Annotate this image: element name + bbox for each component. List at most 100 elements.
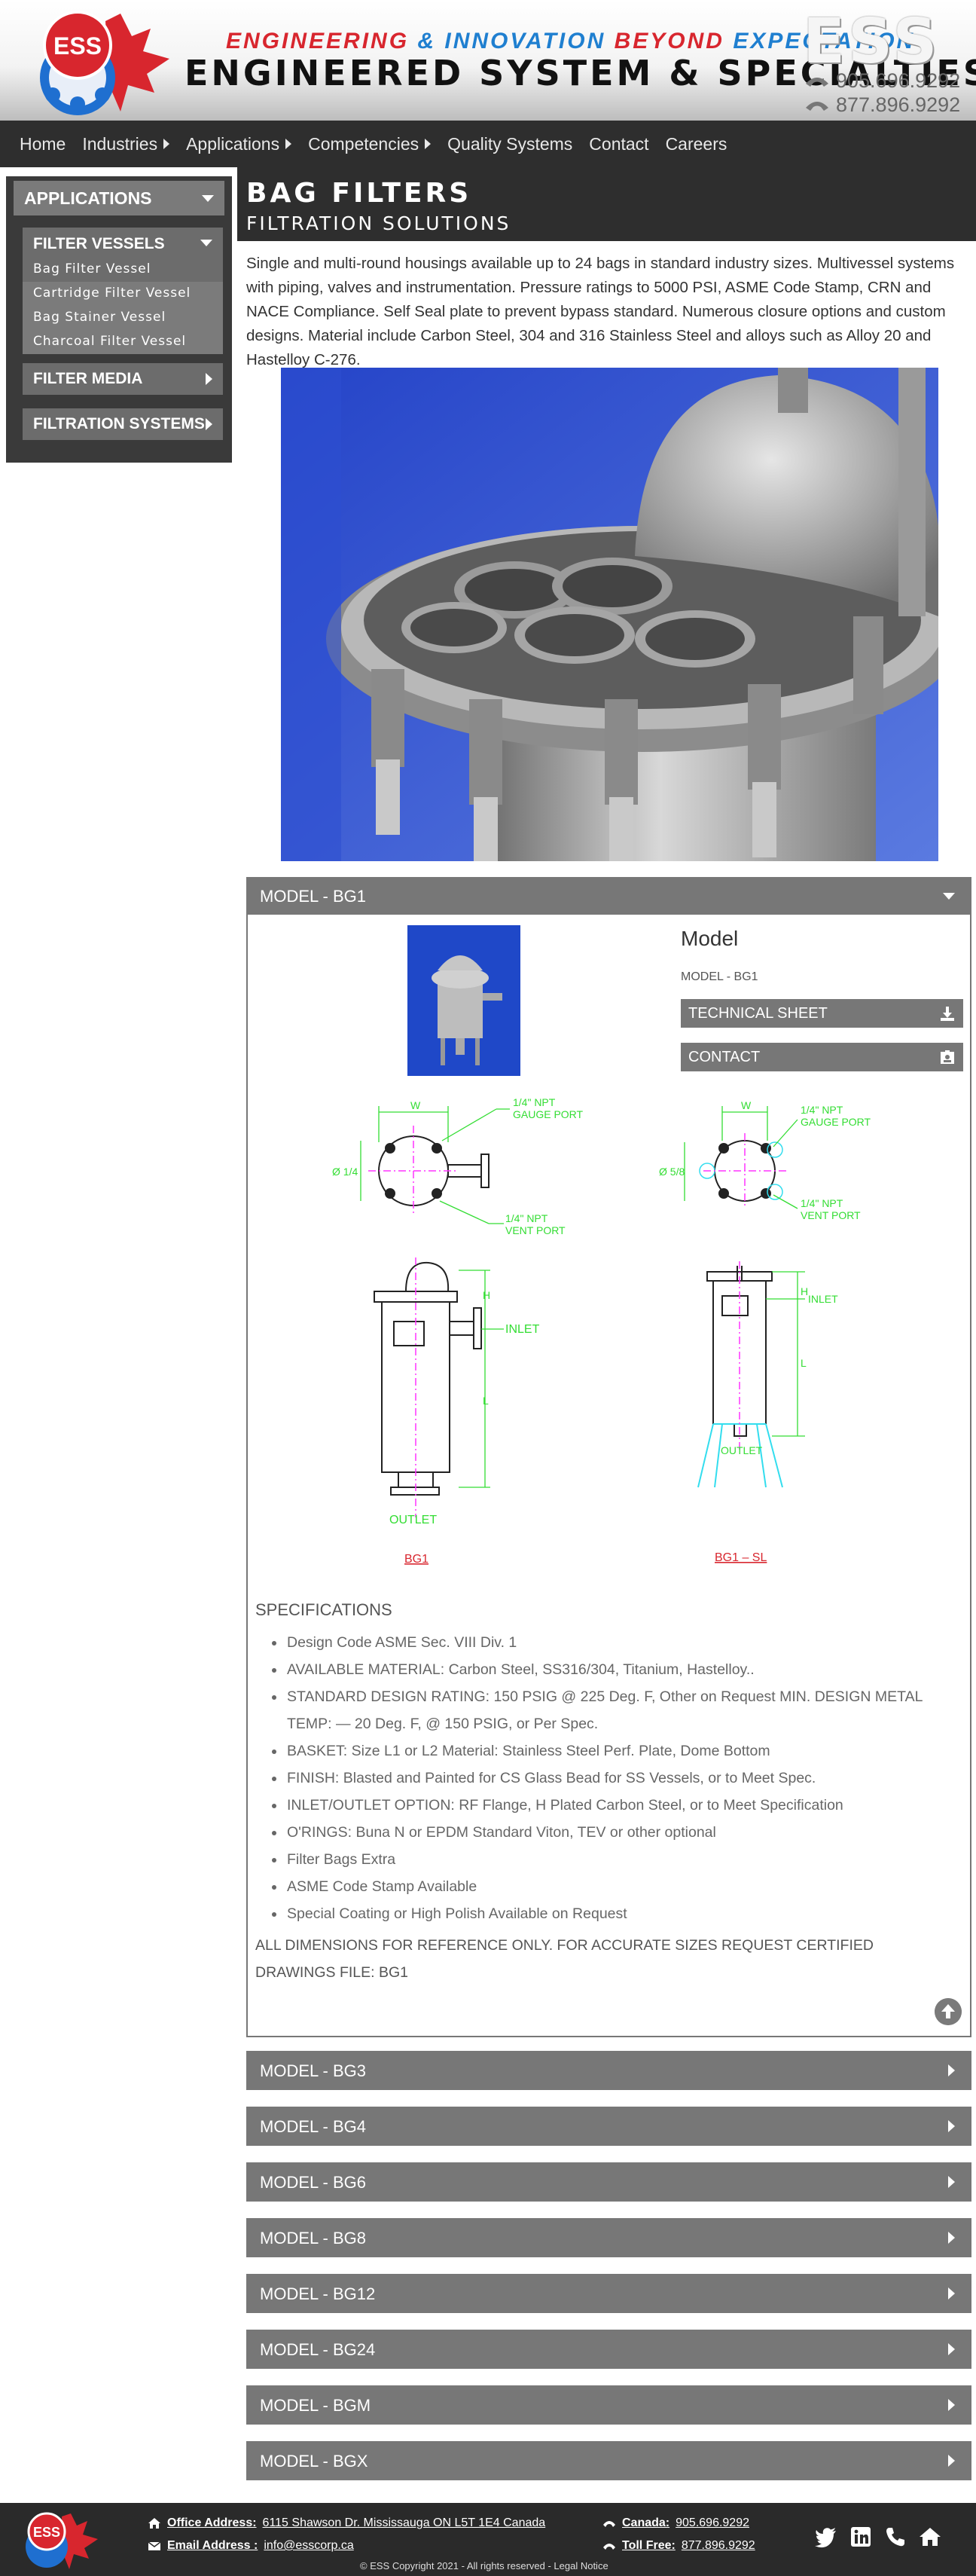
nav-home[interactable]: Home: [20, 134, 66, 154]
nav-contact[interactable]: Contact: [589, 134, 648, 154]
caret-right-icon: [206, 373, 212, 385]
sidebar-item-bag-stainer-vessel[interactable]: Bag Stainer Vessel: [23, 306, 223, 330]
caret-down-icon: [202, 195, 214, 202]
contact-card-icon: [941, 1050, 954, 1064]
phone-handset-icon[interactable]: [884, 2526, 907, 2548]
specifications-list: Design Code ASME Sec. VIII Div. 1 AVAILA…: [285, 1629, 963, 1927]
technical-sheet-button[interactable]: TECHNICAL SHEET: [681, 999, 963, 1028]
model-label: MODEL - BG1: [681, 970, 758, 983]
accordion-model-bg12[interactable]: MODEL - BG12: [246, 2274, 971, 2313]
caret-right-icon: [948, 2064, 955, 2076]
scroll-up-icon[interactable]: [935, 1998, 962, 2025]
svg-text:VENT PORT: VENT PORT: [505, 1224, 566, 1236]
site-footer: ESS Office Address: 6115 Shawson Dr. Miss…: [0, 2503, 976, 2576]
technical-drawings: W Ø 1/4 1/4" NPT GAUGE PORT 1/4" NPT VEN…: [332, 1096, 871, 1566]
svg-text:L: L: [801, 1357, 807, 1369]
home-icon[interactable]: [919, 2526, 941, 2548]
drawing-label-bg1-sl: BG1 – SL: [715, 1551, 767, 1564]
caret-down-icon: [200, 240, 212, 246]
nav-careers[interactable]: Careers: [666, 134, 727, 154]
svg-text:GAUGE PORT: GAUGE PORT: [801, 1116, 871, 1128]
spec-item: BASKET: Size L1 or L2 Material: Stainles…: [285, 1737, 963, 1765]
caret-right-icon: [948, 2343, 955, 2355]
spec-item: FINISH: Blasted and Painted for CS Glass…: [285, 1765, 963, 1792]
drawing-label-bg1: BG1: [404, 1553, 429, 1566]
accordion-model-bg6[interactable]: MODEL - BG6: [246, 2162, 971, 2202]
sidebar-item-cartridge-filter-vessel[interactable]: Cartridge Filter Vessel: [23, 282, 223, 306]
footer-office-address[interactable]: Office Address: 6115 Shawson Dr. Mississa…: [148, 2516, 545, 2530]
spec-item: INLET/OUTLET OPTION: RF Flange, H Plated…: [285, 1792, 963, 1819]
svg-text:INLET: INLET: [808, 1293, 838, 1305]
phone-icon: [603, 2521, 615, 2527]
spec-item: O'RINGS: Buna N or EPDM Standard Viton, …: [285, 1819, 963, 1846]
accordion-model-bg24[interactable]: MODEL - BG24: [246, 2330, 971, 2369]
intro-text: Single and multi-round housings availabl…: [246, 255, 955, 368]
page-title: BAG FILTERS: [246, 178, 472, 209]
caret-right-icon: [948, 2399, 955, 2411]
copyright: © ESS Copyright 2021 - All rights reserv…: [360, 2560, 608, 2571]
model-heading: Model: [681, 927, 739, 950]
phone-icon: [806, 101, 828, 111]
spec-item: Filter Bags Extra: [285, 1846, 963, 1873]
sidebar-filtration-systems[interactable]: FILTRATION SYSTEMS: [23, 408, 223, 440]
phone-local[interactable]: 905.696.9292: [804, 69, 960, 93]
accordion-model-bgm[interactable]: MODEL - BGM: [246, 2385, 971, 2425]
accordion-model-bg4[interactable]: MODEL - BG4: [246, 2107, 971, 2146]
brand-mark: ESS: [803, 6, 941, 78]
logo-text: ESS: [53, 32, 102, 60]
caret-right-icon: [425, 139, 432, 149]
sidebar-filter-vessels-header[interactable]: FILTER VESSELS: [23, 228, 223, 258]
nav-quality-systems[interactable]: Quality Systems: [447, 134, 572, 154]
twitter-icon[interactable]: [815, 2526, 837, 2548]
spec-item: AVAILABLE MATERIAL: Carbon Steel, SS316/…: [285, 1656, 963, 1683]
sidebar-filter-vessels: FILTER VESSELS Bag Filter Vessel Cartrid…: [23, 228, 223, 354]
spec-item: Design Code ASME Sec. VIII Div. 1: [285, 1629, 963, 1656]
accordion-model-bg1-body: Model MODEL - BG1 TECHNICAL SHEET CONTAC…: [246, 915, 971, 2037]
sidebar-applications[interactable]: APPLICATIONS: [14, 181, 224, 215]
ess-logo[interactable]: ESS: [30, 6, 173, 119]
svg-text:1/4" NPT: 1/4" NPT: [505, 1212, 548, 1224]
accordion-model-bgx[interactable]: MODEL - BGX: [246, 2441, 971, 2480]
svg-text:W: W: [741, 1099, 752, 1111]
contact-button[interactable]: CONTACT: [681, 1043, 963, 1071]
footer-email[interactable]: Email Address : info@esscorp.ca: [148, 2539, 354, 2553]
envelope-icon: [148, 2541, 161, 2550]
sidebar-item-charcoal-filter-vessel[interactable]: Charcoal Filter Vessel: [23, 330, 223, 354]
footer-logo[interactable]: ESS: [18, 2509, 101, 2571]
nav-competencies[interactable]: Competencies: [308, 134, 432, 154]
spec-item: ASME Code Stamp Available: [285, 1873, 963, 1900]
phone-icon: [603, 2544, 615, 2550]
caret-right-icon: [948, 2120, 955, 2132]
svg-text:1/4" NPT: 1/4" NPT: [801, 1104, 843, 1116]
caret-right-icon: [948, 2455, 955, 2467]
dimensions-note: ALL DIMENSIONS FOR REFERENCE ONLY. FOR A…: [255, 1937, 874, 1981]
svg-text:1/4" NPT: 1/4" NPT: [513, 1096, 556, 1108]
caret-right-icon: [948, 2176, 955, 2188]
svg-text:L: L: [483, 1395, 489, 1407]
svg-text:GAUGE PORT: GAUGE PORT: [513, 1108, 584, 1120]
caret-right-icon: [948, 2287, 955, 2299]
svg-text:H: H: [483, 1289, 490, 1301]
footer-phone-toll-free[interactable]: Toll Free: 877.896.9292: [602, 2539, 755, 2553]
accordion-model-bg1-header[interactable]: MODEL - BG1: [246, 877, 971, 915]
caret-right-icon: [285, 139, 292, 149]
download-icon: [941, 1007, 954, 1021]
sidebar-item-bag-filter-vessel[interactable]: Bag Filter Vessel: [23, 258, 223, 282]
model-bg1-thumbnail[interactable]: [407, 925, 520, 1076]
phone-toll-free[interactable]: 877.896.9292: [804, 93, 960, 117]
linkedin-icon[interactable]: [849, 2526, 872, 2548]
sidebar: APPLICATIONS FILTER VESSELS Bag Filter V…: [6, 176, 232, 463]
nav-applications[interactable]: Applications: [186, 134, 292, 154]
phone-icon: [806, 77, 828, 87]
home-icon: [148, 2518, 160, 2529]
nav-industries[interactable]: Industries: [82, 134, 170, 154]
caret-down-icon: [943, 893, 955, 900]
caret-right-icon: [163, 139, 170, 149]
spec-item: Special Coating or High Polish Available…: [285, 1900, 963, 1927]
spec-item: STANDARD DESIGN RATING: 150 PSIG @ 225 D…: [285, 1683, 963, 1737]
accordion-model-bg3[interactable]: MODEL - BG3: [246, 2051, 971, 2090]
footer-phone-canada[interactable]: Canada: 905.696.9292: [602, 2516, 749, 2530]
accordion-model-bg8[interactable]: MODEL - BG8: [246, 2218, 971, 2257]
caret-right-icon: [948, 2232, 955, 2244]
sidebar-filter-media[interactable]: FILTER MEDIA: [23, 363, 223, 395]
